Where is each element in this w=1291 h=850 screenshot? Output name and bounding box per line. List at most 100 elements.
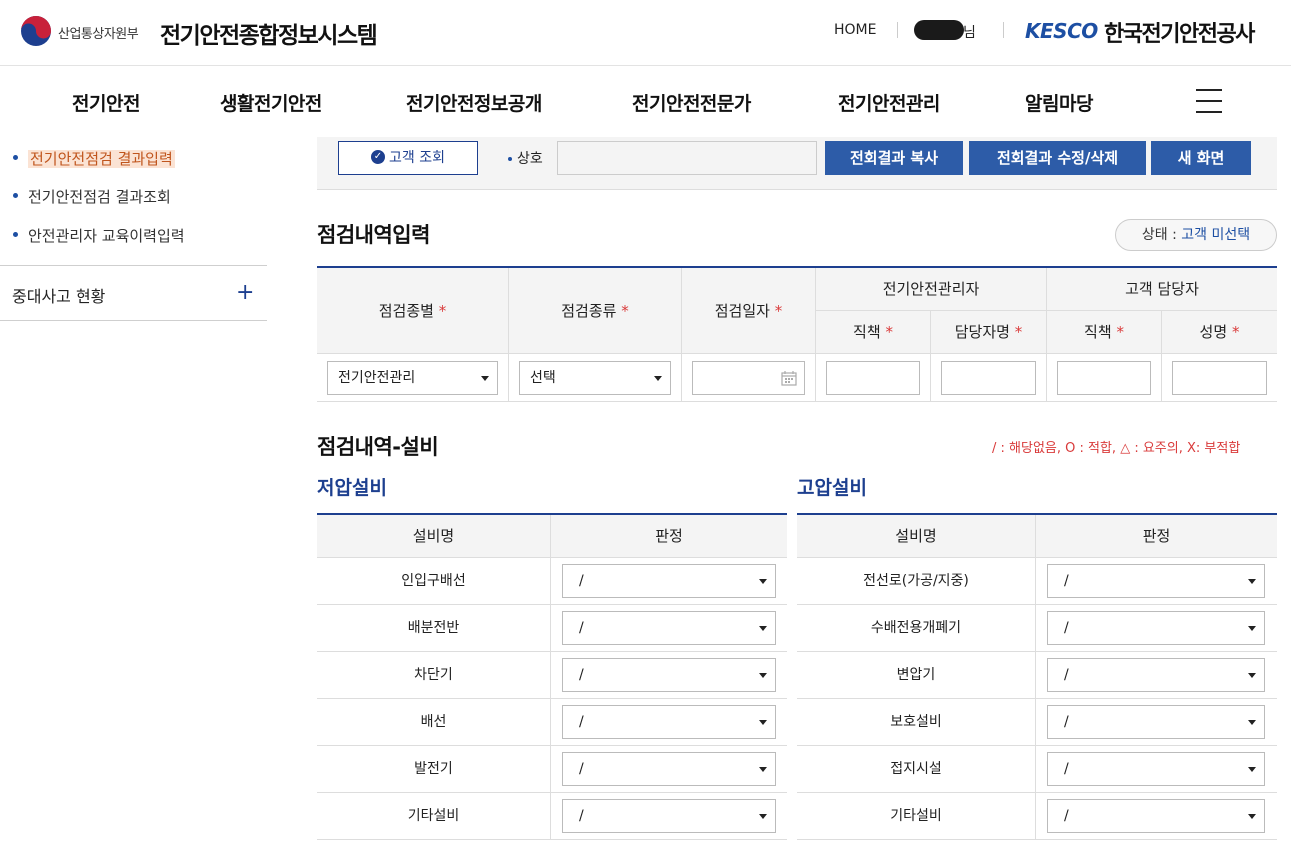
- government-emblem-icon: [21, 16, 51, 46]
- user-suffix: 님: [963, 25, 976, 41]
- col-header: 판정: [551, 515, 787, 558]
- company-label: 상호: [508, 148, 543, 168]
- menu-icon[interactable]: [1196, 89, 1222, 115]
- chevron-down-icon: [1248, 767, 1256, 772]
- divider: [0, 265, 267, 266]
- check-circle-icon: ✓: [371, 150, 385, 164]
- sidebar-item-result-input[interactable]: 전기안전점검 결과입력: [13, 148, 175, 169]
- chevron-down-icon: [759, 720, 767, 725]
- sidebar-item-accident[interactable]: 중대사고 현황: [12, 283, 105, 307]
- judgement-select[interactable]: /: [1047, 705, 1265, 739]
- nav-item[interactable]: 알림마당: [1025, 89, 1093, 116]
- sidebar-item-education[interactable]: 안전관리자 교육이력입력: [13, 225, 185, 246]
- equipment-name: 접지시설: [797, 746, 1036, 793]
- kesco-name[interactable]: 한국전기안전공사: [1104, 16, 1255, 48]
- col-header: 설비명: [797, 515, 1036, 558]
- separator: [1003, 22, 1004, 38]
- equipment-name: 변압기: [797, 652, 1036, 699]
- bullet-icon: [13, 193, 18, 198]
- chevron-down-icon: [759, 767, 767, 772]
- col-header-group: 전기안전관리자: [816, 268, 1047, 311]
- judgement-select[interactable]: /: [562, 658, 776, 692]
- customer-search-button[interactable]: ✓ 고객 조회: [338, 141, 478, 175]
- inspection-type-select[interactable]: 전기안전관리: [327, 361, 498, 395]
- customer-position-input[interactable]: [1057, 361, 1151, 395]
- chevron-down-icon: [759, 579, 767, 584]
- inspection-table: 점검종별 * 점검종류 * 점검일자 * 전기안전관리자 고객 담당자 직책 *…: [317, 266, 1277, 402]
- plus-icon[interactable]: +: [236, 282, 254, 304]
- equipment-name: 발전기: [317, 746, 551, 793]
- equipment-name: 배분전반: [317, 605, 551, 652]
- col-header: 담당자명 *: [931, 311, 1047, 354]
- judgement-select[interactable]: /: [562, 564, 776, 598]
- company-input[interactable]: [557, 141, 817, 175]
- equipment-name: 전선로(가공/지중): [797, 558, 1036, 605]
- col-header: 점검종류 *: [509, 268, 682, 354]
- inspection-date-input[interactable]: [692, 361, 805, 395]
- chevron-down-icon: [759, 814, 767, 819]
- judgement-select[interactable]: /: [562, 705, 776, 739]
- judgement-select[interactable]: /: [1047, 611, 1265, 645]
- col-header: 점검종별 *: [317, 268, 509, 354]
- bullet-icon: [13, 155, 18, 160]
- chevron-down-icon: [1248, 720, 1256, 725]
- edit-previous-button[interactable]: 전회결과 수정/삭제: [969, 141, 1146, 175]
- divider: [0, 320, 267, 321]
- equipment-name: 수배전용개폐기: [797, 605, 1036, 652]
- chevron-down-icon: [759, 626, 767, 631]
- judgement-select[interactable]: /: [1047, 658, 1265, 692]
- chevron-down-icon: [654, 376, 662, 381]
- main-nav: 전기안전 생활전기안전 전기안전정보공개 전기안전전문가 전기안전관리 알림마당: [0, 67, 1291, 137]
- nav-item[interactable]: 생활전기안전: [220, 89, 322, 116]
- nav-item[interactable]: 전기안전관리: [838, 89, 940, 116]
- col-header: 직책 *: [816, 311, 931, 354]
- nav-item[interactable]: 전기안전전문가: [632, 89, 751, 116]
- ministry-name: 산업통상자원부: [58, 27, 139, 42]
- equipment-name: 기타설비: [317, 793, 551, 840]
- equipment-name: 인입구배선: [317, 558, 551, 605]
- customer-name-input[interactable]: [1172, 361, 1267, 395]
- high-voltage-title: 고압설비: [797, 477, 867, 499]
- judgement-select[interactable]: /: [1047, 799, 1265, 833]
- chevron-down-icon: [1248, 673, 1256, 678]
- chevron-down-icon: [1248, 626, 1256, 631]
- home-link[interactable]: HOME: [834, 22, 876, 38]
- top-header: 산업통상자원부 전기안전종합정보시스템 HOME 님 KESCO 한국전기안전공…: [0, 0, 1291, 66]
- judgement-select[interactable]: /: [562, 752, 776, 786]
- separator: [897, 22, 898, 38]
- judgement-legend: / : 해당없음, O : 적합, △ : 요주의, X: 부적합: [992, 441, 1241, 456]
- user-name-redacted: [914, 20, 964, 40]
- new-screen-button[interactable]: 새 화면: [1151, 141, 1251, 175]
- judgement-select[interactable]: /: [562, 799, 776, 833]
- equipment-name: 차단기: [317, 652, 551, 699]
- manager-name-input[interactable]: [941, 361, 1036, 395]
- nav-item[interactable]: 전기안전: [72, 89, 140, 116]
- system-title[interactable]: 전기안전종합정보시스템: [160, 16, 378, 50]
- judgement-select[interactable]: /: [1047, 752, 1265, 786]
- chevron-down-icon: [1248, 814, 1256, 819]
- kesco-logo[interactable]: KESCO: [1025, 19, 1098, 43]
- status-badge: 상태 : 고객 미선택: [1115, 219, 1277, 251]
- section-title: 점검내역입력: [317, 223, 430, 247]
- equipment-name: 배선: [317, 699, 551, 746]
- copy-previous-button[interactable]: 전회결과 복사: [825, 141, 963, 175]
- judgement-select[interactable]: /: [562, 611, 776, 645]
- equipment-name: 기타설비: [797, 793, 1036, 840]
- bullet-icon: [13, 232, 18, 237]
- col-header-group: 고객 담당자: [1047, 268, 1277, 311]
- low-voltage-title: 저압설비: [317, 477, 387, 499]
- chevron-down-icon: [759, 673, 767, 678]
- manager-position-input[interactable]: [826, 361, 920, 395]
- col-header: 판정: [1036, 515, 1277, 558]
- col-header: 점검일자 *: [682, 268, 816, 354]
- judgement-select[interactable]: /: [1047, 564, 1265, 598]
- nav-item[interactable]: 전기안전정보공개: [406, 89, 542, 116]
- inspection-kind-select[interactable]: 선택: [519, 361, 671, 395]
- col-header: 직책 *: [1047, 311, 1162, 354]
- col-header: 성명 *: [1162, 311, 1277, 354]
- col-header: 설비명: [317, 515, 551, 558]
- sidebar-item-result-view[interactable]: 전기안전점검 결과조회: [13, 186, 171, 207]
- calendar-icon[interactable]: [781, 371, 797, 386]
- chevron-down-icon: [1248, 579, 1256, 584]
- section-title: 점검내역-설비: [317, 435, 439, 459]
